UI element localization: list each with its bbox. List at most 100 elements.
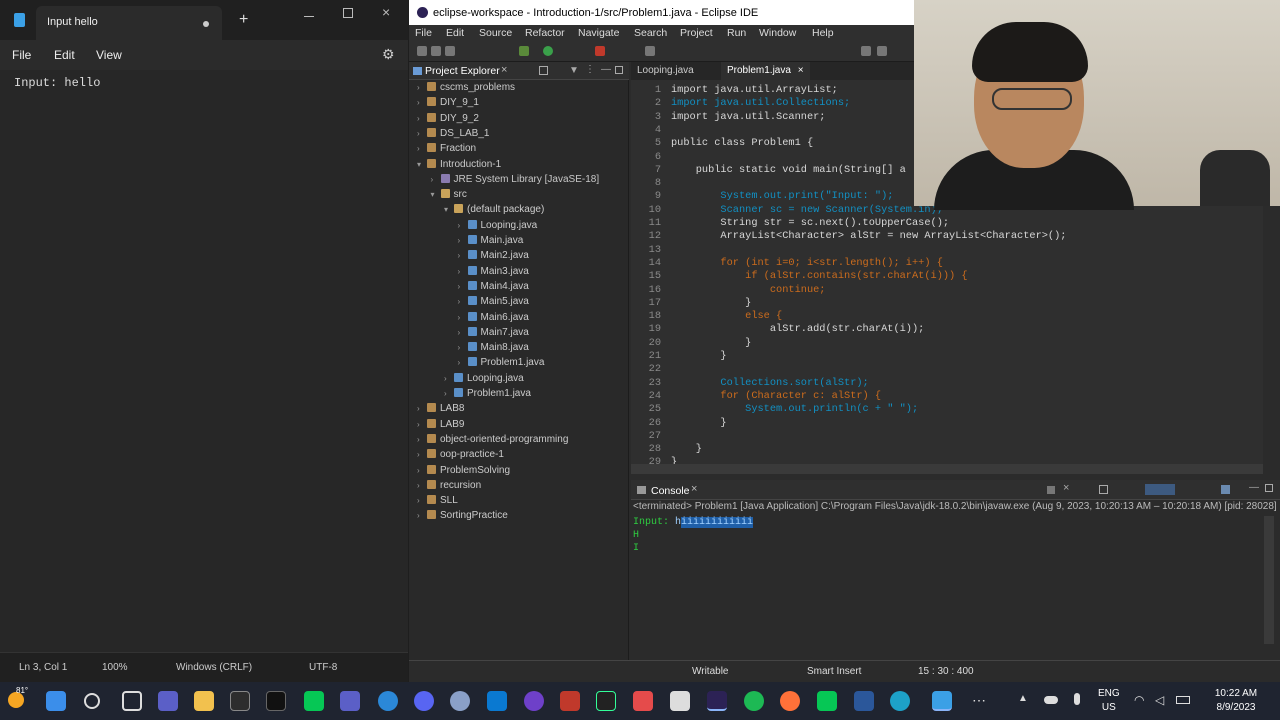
minimize-console-icon[interactable]: — bbox=[1249, 482, 1259, 493]
debug-icon[interactable] bbox=[519, 46, 529, 56]
chevron-icon[interactable]: › bbox=[458, 313, 468, 322]
tree-item[interactable]: › DIY_9_2 bbox=[417, 112, 479, 128]
tree-item[interactable]: › LAB8 bbox=[417, 403, 464, 418]
chevron-icon[interactable]: › bbox=[417, 450, 427, 459]
close-console-icon[interactable]: × bbox=[691, 483, 697, 495]
menu-navigate[interactable]: Navigate bbox=[578, 27, 619, 39]
chevron-icon[interactable]: › bbox=[458, 297, 468, 306]
chevron-icon[interactable]: › bbox=[417, 511, 427, 520]
maximize-console-icon[interactable] bbox=[1265, 484, 1273, 492]
close-view-icon[interactable]: × bbox=[501, 64, 507, 76]
menu-window[interactable]: Window bbox=[759, 27, 796, 39]
clear-console-icon[interactable] bbox=[1099, 485, 1108, 494]
expanded-chevron-icon[interactable]: ▾ bbox=[417, 160, 427, 169]
tree-item[interactable]: › cscms_problems bbox=[417, 82, 515, 97]
tree-item[interactable]: ▾ Introduction-1 bbox=[417, 158, 501, 174]
minimize-icon[interactable] bbox=[304, 16, 314, 17]
tab-problem1-java[interactable]: Problem1.java × bbox=[721, 62, 810, 80]
menu-view[interactable]: View bbox=[96, 48, 122, 62]
tree-item[interactable]: › ProblemSolving bbox=[417, 464, 510, 480]
menu-edit[interactable]: Edit bbox=[446, 27, 464, 39]
chevron-icon[interactable]: ▾ bbox=[431, 190, 441, 199]
notepad-tab[interactable]: Input hello bbox=[36, 6, 222, 40]
editor-horizontal-scrollbar[interactable] bbox=[631, 464, 1263, 474]
intellij-icon[interactable] bbox=[633, 691, 653, 711]
search-icon[interactable] bbox=[84, 693, 100, 709]
github-icon[interactable] bbox=[524, 691, 544, 711]
tab-looping-java[interactable]: Looping.java bbox=[631, 62, 700, 80]
line-app-icon[interactable] bbox=[817, 691, 837, 711]
tree-item[interactable]: › DIY_9_1 bbox=[417, 97, 479, 112]
menu-refactor[interactable]: Refactor bbox=[525, 27, 565, 39]
remove-launch-icon[interactable]: × bbox=[1063, 482, 1069, 494]
run-icon[interactable] bbox=[543, 46, 553, 56]
teams-work-icon[interactable] bbox=[340, 691, 360, 711]
search-icon[interactable] bbox=[645, 46, 655, 56]
start-button-icon[interactable] bbox=[46, 691, 66, 711]
minimize-view-icon[interactable]: — bbox=[601, 64, 611, 75]
terminate-icon[interactable] bbox=[1047, 486, 1055, 494]
arduino-icon[interactable] bbox=[560, 691, 580, 711]
collapse-all-icon[interactable] bbox=[539, 66, 548, 75]
tree-item[interactable]: › JRE System Library [JavaSE-18] bbox=[431, 173, 599, 189]
settings-gear-icon[interactable]: ⚙ bbox=[382, 46, 395, 63]
vscode-icon[interactable] bbox=[487, 691, 507, 711]
shield-icon[interactable] bbox=[670, 691, 690, 711]
line-icon[interactable] bbox=[304, 691, 324, 711]
tree-item[interactable]: › oop-practice-1 bbox=[417, 449, 504, 464]
notepad-app-icon[interactable] bbox=[932, 691, 952, 711]
clock[interactable]: 10:22 AM 8/9/2023 bbox=[1200, 687, 1272, 715]
tree-item[interactable]: ▾ src bbox=[431, 189, 467, 204]
input-language[interactable]: ENG US bbox=[1098, 687, 1120, 715]
menu-edit[interactable]: Edit bbox=[54, 48, 75, 62]
project-explorer-title[interactable]: Project Explorer bbox=[425, 65, 500, 77]
chevron-icon[interactable]: › bbox=[458, 328, 468, 337]
chat-icon[interactable] bbox=[378, 691, 398, 711]
display-selected-console-icon[interactable] bbox=[1221, 485, 1230, 494]
tree-item[interactable]: ▾ (default package) bbox=[444, 204, 544, 219]
chevron-icon[interactable]: › bbox=[458, 236, 468, 245]
tree-item[interactable]: › Main4.java bbox=[458, 280, 529, 296]
save-icon[interactable] bbox=[431, 46, 441, 56]
word-icon[interactable] bbox=[854, 691, 874, 711]
chevron-icon[interactable]: › bbox=[458, 251, 468, 260]
menu-file[interactable]: File bbox=[12, 48, 31, 62]
spotify-icon[interactable] bbox=[744, 691, 764, 711]
tree-item[interactable]: › Main5.java bbox=[458, 296, 529, 311]
chevron-icon[interactable]: › bbox=[458, 358, 468, 367]
chevron-icon[interactable]: › bbox=[417, 481, 427, 490]
menu-project[interactable]: Project bbox=[680, 27, 713, 39]
notepad-text-area[interactable]: Input: hello bbox=[0, 70, 408, 652]
tree-item[interactable]: › DS_LAB_1 bbox=[417, 127, 489, 143]
chevron-icon[interactable]: › bbox=[417, 144, 427, 153]
edge-app-icon[interactable] bbox=[230, 691, 250, 711]
unsaved-dot-icon[interactable] bbox=[203, 21, 209, 27]
maximize-icon[interactable] bbox=[343, 8, 353, 18]
tree-item[interactable]: › Looping.java bbox=[458, 219, 537, 235]
chevron-icon[interactable]: › bbox=[417, 129, 427, 138]
new-icon[interactable] bbox=[417, 46, 427, 56]
chevron-icon[interactable]: › bbox=[417, 435, 427, 444]
onedrive-icon[interactable] bbox=[1044, 696, 1058, 704]
menu-run[interactable]: Run bbox=[727, 27, 746, 39]
chevron-icon[interactable]: › bbox=[417, 466, 427, 475]
close-tab-icon[interactable]: × bbox=[798, 65, 804, 76]
back-icon[interactable] bbox=[861, 46, 871, 56]
volume-icon[interactable]: ◁ bbox=[1155, 693, 1164, 707]
close-icon[interactable]: × bbox=[382, 4, 390, 20]
wifi-icon[interactable]: ◠ bbox=[1134, 693, 1144, 707]
tree-item[interactable]: › Problem1.java bbox=[458, 357, 544, 372]
forward-icon[interactable] bbox=[877, 46, 887, 56]
chevron-icon[interactable]: › bbox=[458, 221, 468, 230]
menu-search[interactable]: Search bbox=[634, 27, 667, 39]
chevron-icon[interactable]: › bbox=[417, 420, 427, 429]
menu-file[interactable]: File bbox=[415, 27, 432, 39]
chevron-icon[interactable]: › bbox=[444, 374, 454, 383]
tree-item[interactable]: › SLL bbox=[417, 495, 458, 510]
menu-source[interactable]: Source bbox=[479, 27, 512, 39]
file-explorer-icon[interactable] bbox=[194, 691, 214, 711]
chevron-icon[interactable]: › bbox=[458, 282, 468, 291]
console-output[interactable]: Input: hiiiiiiiiiiii H I bbox=[633, 516, 754, 555]
tree-item[interactable]: › SortingPractice bbox=[417, 510, 508, 525]
more-apps-icon[interactable]: ⋯ bbox=[972, 692, 986, 709]
